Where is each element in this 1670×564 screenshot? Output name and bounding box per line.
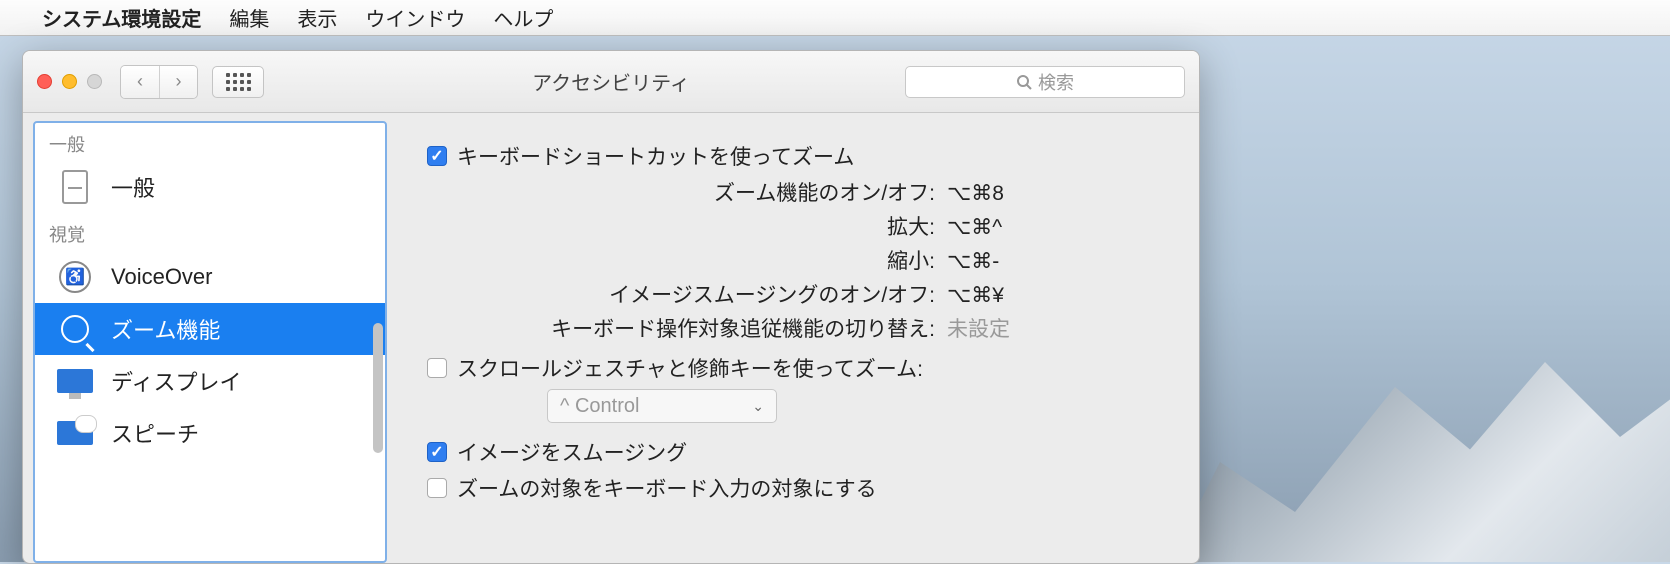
sidebar-header-vision: 視覚 — [35, 213, 385, 251]
menu-edit[interactable]: 編集 — [229, 3, 269, 32]
checkbox-follow-keyboard[interactable] — [427, 478, 447, 498]
shortcut-value: ⌥⌘- — [947, 249, 1057, 274]
zoom-button[interactable] — [87, 74, 102, 89]
chevron-down-icon: ⌄ — [752, 398, 764, 415]
sidebar-item-label: スピーチ — [111, 417, 199, 449]
search-input[interactable]: 検索 — [905, 66, 1185, 98]
menu-window[interactable]: ウインドウ — [365, 3, 465, 32]
back-button[interactable]: ‹ — [121, 66, 159, 98]
shortcut-label: 縮小: — [457, 245, 935, 275]
preferences-window: ‹ › アクセシビリティ 検索 一般 一般 視覚 VoiceOv — [22, 50, 1200, 564]
shortcut-list: ズーム機能のオン/オフ: ⌥⌘8 拡大: ⌥⌘^ 縮小: ⌥⌘- イメージスムージング… — [457, 177, 1179, 343]
sidebar-item-zoom[interactable]: ズーム機能 — [35, 303, 385, 355]
sidebar-header-general: 一般 — [35, 123, 385, 161]
voiceover-icon — [55, 259, 95, 295]
modifier-select[interactable]: ^ Control ⌄ — [547, 389, 777, 423]
general-icon — [55, 169, 95, 205]
sidebar-item-speech[interactable]: スピーチ — [35, 407, 385, 459]
sidebar-item-display[interactable]: ディスプレイ — [35, 355, 385, 407]
speech-icon — [55, 415, 95, 451]
shortcut-label: キーボード操作対象追従機能の切り替え: — [457, 313, 935, 343]
modifier-value: ^ Control — [560, 395, 639, 418]
search-icon — [1016, 74, 1032, 90]
sidebar-item-general[interactable]: 一般 — [35, 161, 385, 213]
shortcut-value: 未設定 — [947, 313, 1057, 343]
forward-button[interactable]: › — [159, 66, 197, 98]
shortcut-label: ズーム機能のオン/オフ: — [457, 177, 935, 207]
sidebar-item-voiceover[interactable]: VoiceOver — [35, 251, 385, 303]
label-follow-keyboard: ズームの対象をキーボード入力の対象にする — [457, 473, 877, 503]
checkbox-keyboard-zoom[interactable] — [427, 146, 447, 166]
label-scroll-zoom: スクロールジェスチャと修飾キーを使ってズーム: — [457, 353, 923, 383]
shortcut-label: 拡大: — [457, 211, 935, 241]
shortcut-label: イメージスムージングのオン/オフ: — [457, 279, 935, 309]
content: 一般 一般 視覚 VoiceOver ズーム機能 ディスプレイ スピーチ — [23, 113, 1199, 563]
scrollbar-thumb[interactable] — [373, 323, 383, 453]
window-controls — [37, 74, 102, 89]
close-button[interactable] — [37, 74, 52, 89]
grid-icon — [226, 73, 251, 91]
search-placeholder: 検索 — [1038, 69, 1074, 95]
sidebar-item-label: ズーム機能 — [111, 313, 220, 345]
show-all-button[interactable] — [212, 66, 264, 98]
label-keyboard-zoom: キーボードショートカットを使ってズーム — [457, 141, 854, 171]
checkbox-smooth[interactable] — [427, 442, 447, 462]
menu-app[interactable]: システム環境設定 — [42, 3, 201, 32]
settings-pane: キーボードショートカットを使ってズーム ズーム機能のオン/オフ: ⌥⌘8 拡大: ⌥… — [387, 113, 1199, 563]
nav-buttons: ‹ › — [120, 65, 198, 99]
display-icon — [55, 363, 95, 399]
toolbar: ‹ › アクセシビリティ 検索 — [23, 51, 1199, 113]
sidebar-item-label: 一般 — [111, 171, 155, 203]
sidebar[interactable]: 一般 一般 視覚 VoiceOver ズーム機能 ディスプレイ スピーチ — [33, 121, 387, 563]
sidebar-item-label: VoiceOver — [111, 264, 213, 290]
checkbox-scroll-zoom[interactable] — [427, 358, 447, 378]
shortcut-value: ⌥⌘8 — [947, 181, 1057, 206]
menu-view[interactable]: 表示 — [297, 3, 337, 32]
shortcut-value: ⌥⌘^ — [947, 215, 1057, 240]
shortcut-value: ⌥⌘¥ — [947, 283, 1057, 308]
zoom-icon — [55, 311, 95, 347]
label-smooth: イメージをスムージング — [457, 437, 687, 467]
minimize-button[interactable] — [62, 74, 77, 89]
menu-help[interactable]: ヘルプ — [493, 3, 553, 32]
menubar: システム環境設定 編集 表示 ウインドウ ヘルプ — [0, 0, 1670, 36]
sidebar-item-label: ディスプレイ — [111, 365, 241, 397]
